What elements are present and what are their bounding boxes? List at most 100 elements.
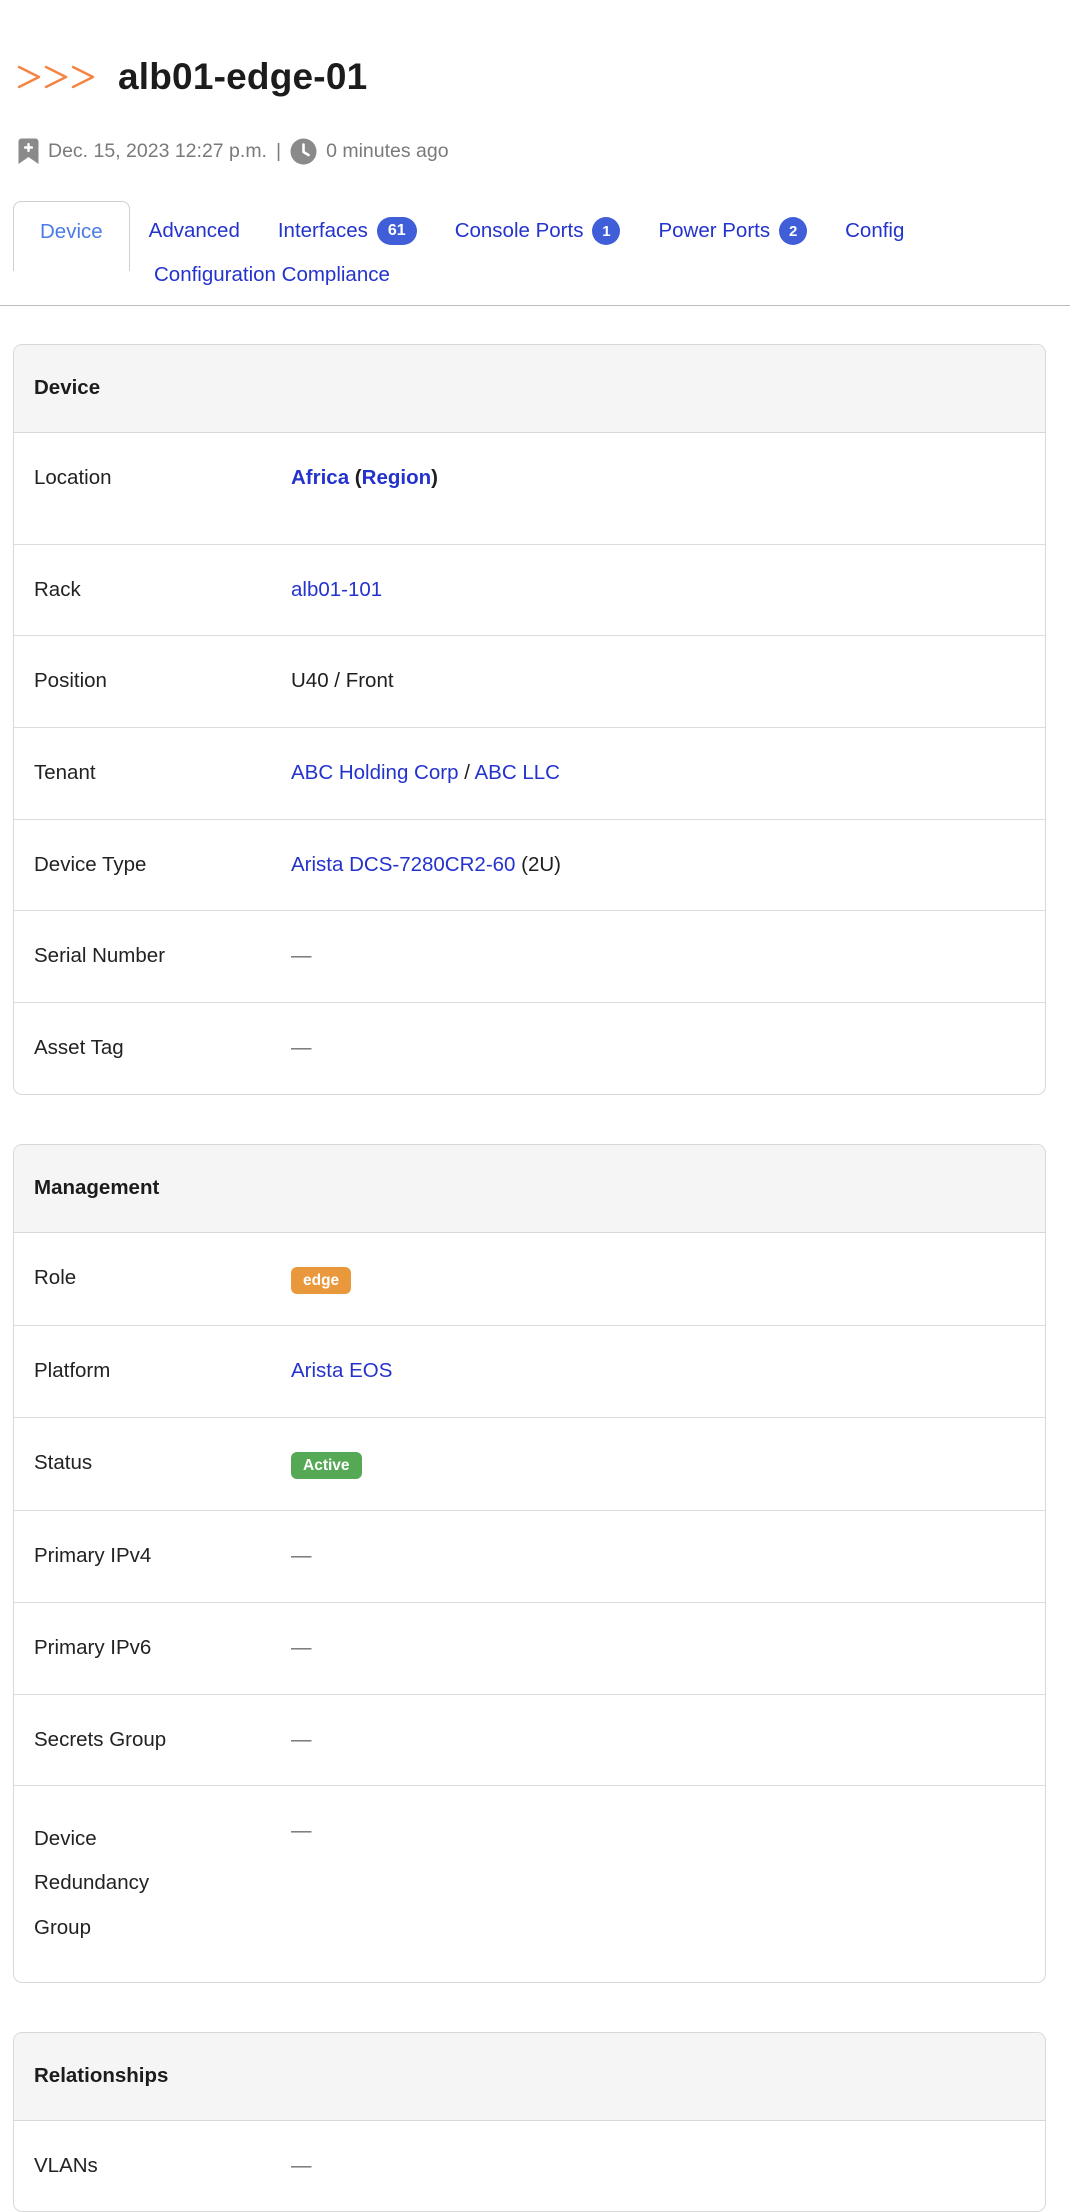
- tab-advanced[interactable]: Advanced: [130, 201, 259, 271]
- attribute-label-text: VLANs: [34, 2153, 98, 2177]
- tab-device[interactable]: Device: [13, 201, 130, 271]
- attribute-row-primary-ipv6: Primary IPv6 —: [14, 1602, 1045, 1694]
- tab-count-badge: 1: [592, 217, 621, 245]
- attribute-label-text: Device Type: [34, 852, 147, 876]
- empty-value-dash: —: [291, 1544, 312, 1568]
- attribute-row-status: Status Active: [14, 1416, 1045, 1511]
- triple-chevron-right-icon: [16, 64, 98, 95]
- attribute-label-text: Primary IPv4: [34, 1544, 152, 1568]
- panel-relationships: Relationships VLANs —: [13, 2031, 1046, 2212]
- value-link-arista-eos[interactable]: Arista EOS: [291, 1359, 392, 1382]
- attribute-row-platform: Platform Arista EOS: [14, 1325, 1045, 1417]
- panel-title: Relationships: [14, 2032, 1045, 2121]
- panels: Device Location Africa (Region) Rack alb01-1…: [13, 344, 1046, 2212]
- attribute-label-text: Status: [34, 1450, 93, 1474]
- tab-power-ports[interactable]: Power Ports 2: [639, 201, 826, 271]
- attribute-row-serial-number: Serial Number —: [14, 910, 1045, 1002]
- attribute-value: —: [291, 1034, 1025, 1062]
- tab-label: Configuration Compliance: [154, 263, 390, 286]
- attribute-row-tenant: Tenant ABC Holding Corp / ABC LLC: [14, 727, 1045, 819]
- empty-value-dash: —: [291, 1036, 312, 1060]
- empty-value-dash: —: [291, 1819, 312, 1843]
- value-link-abc-holding-corp[interactable]: ABC Holding Corp: [291, 761, 459, 784]
- status-badge: Active: [291, 1451, 362, 1480]
- tab-interfaces[interactable]: Interfaces 61: [259, 201, 436, 271]
- tab-row-1: Device Advanced Interfaces 61 Console Ports 1…: [0, 201, 1070, 271]
- value-link-region[interactable]: Region: [362, 466, 431, 489]
- meta-separator: |: [275, 140, 282, 162]
- attribute-label-text: Role: [34, 1265, 77, 1289]
- attribute-label-text: Secrets Group: [34, 1727, 167, 1751]
- value-link-alb01-101[interactable]: alb01-101: [291, 578, 382, 601]
- created-timestamp: Dec. 15, 2023 12:27 p.m.: [48, 140, 267, 162]
- attribute-value: —: [291, 2152, 1025, 2180]
- timestamp-bar: Dec. 15, 2023 12:27 p.m. | 0 minutes ago: [18, 138, 1070, 165]
- attribute-label: Platform: [34, 1357, 291, 1385]
- page-title: alb01-edge-01: [118, 56, 368, 97]
- tab-count-badge: 61: [376, 217, 417, 245]
- attribute-label: VLANs: [34, 2152, 291, 2180]
- attribute-row-rack: Rack alb01-101: [14, 543, 1045, 636]
- empty-value-dash: —: [291, 944, 312, 968]
- attribute-label-text: Platform: [34, 1359, 111, 1383]
- attribute-label: Secrets Group: [34, 1726, 291, 1754]
- empty-value-dash: —: [291, 2153, 312, 2177]
- tab-label: Advanced: [148, 219, 240, 242]
- role-badge: edge: [291, 1266, 352, 1295]
- attribute-value: Arista EOS: [291, 1357, 1025, 1385]
- attribute-row-device-type: Device Type Arista DCS-7280CR2-60 (2U): [14, 818, 1045, 911]
- attribute-label: Location: [34, 464, 291, 492]
- value-link-africa[interactable]: Africa: [291, 466, 349, 489]
- panel-device: Device Location Africa (Region) Rack alb01-1…: [13, 344, 1046, 1095]
- empty-value-dash: —: [291, 1727, 312, 1751]
- attribute-value: ABC Holding Corp / ABC LLC: [291, 759, 1025, 787]
- value-text: (: [349, 466, 362, 489]
- attribute-value: edge: [291, 1264, 1025, 1295]
- attribute-label: Primary IPv6: [34, 1634, 291, 1662]
- attribute-label: Device Redundancy Group: [34, 1817, 291, 1949]
- attribute-label: Role: [34, 1264, 291, 1292]
- tab-configuration-compliance[interactable]: Configuration Compliance: [135, 263, 409, 287]
- attribute-label-text: Position: [34, 669, 107, 693]
- value-text: (2U): [515, 852, 562, 876]
- attribute-value: —: [291, 1817, 1025, 1845]
- attribute-label: Rack: [34, 576, 291, 604]
- attribute-row-position: Position U40 / Front: [14, 635, 1045, 727]
- value-link-arista-dcs-7280cr2-60[interactable]: Arista DCS-7280CR2-60: [291, 853, 515, 876]
- attribute-label-text: Rack: [34, 577, 81, 601]
- tab-label: Interfaces: [277, 219, 368, 242]
- tab-label: Power Ports: [658, 219, 771, 242]
- tab-label: Console Ports: [454, 219, 584, 242]
- attribute-label: Asset Tag: [34, 1034, 291, 1062]
- attribute-label-text: Device Redundancy Group: [34, 1827, 150, 1939]
- bookmark-plus-icon: [18, 138, 39, 165]
- attribute-value: Active: [291, 1449, 1025, 1480]
- attribute-row-role: Role edge: [14, 1233, 1045, 1326]
- attribute-row-asset-tag: Asset Tag —: [14, 1002, 1045, 1094]
- attribute-row-vlans: VLANs —: [14, 2121, 1045, 2212]
- clock-icon: [290, 138, 317, 165]
- attribute-value: —: [291, 942, 1025, 970]
- tab-label: Device: [40, 219, 103, 243]
- tab-count-badge: 2: [779, 217, 808, 245]
- tab-config[interactable]: Config: [826, 201, 923, 271]
- value-link-abc-llc[interactable]: ABC LLC: [474, 761, 559, 784]
- attribute-row-device-redundancy-group: Device Redundancy Group —: [14, 1785, 1045, 1981]
- attribute-value: —: [291, 1542, 1025, 1570]
- attribute-label-text: Primary IPv6: [34, 1636, 152, 1660]
- tab-console-ports[interactable]: Console Ports 1: [436, 201, 640, 271]
- last-updated-text: 0 minutes ago: [326, 140, 449, 162]
- attribute-label-text: Serial Number: [34, 944, 166, 968]
- attribute-row-primary-ipv4: Primary IPv4 —: [14, 1510, 1045, 1602]
- value-text: /: [458, 761, 475, 785]
- value-text: U40 / Front: [291, 669, 394, 693]
- attribute-label-text: Tenant: [34, 761, 96, 785]
- attribute-label: Serial Number: [34, 942, 291, 970]
- attribute-label-text: Location: [34, 466, 112, 489]
- attribute-label: Status: [34, 1449, 291, 1477]
- attribute-label: Primary IPv4: [34, 1542, 291, 1570]
- attribute-label: Tenant: [34, 759, 291, 787]
- attribute-label: Position: [34, 667, 291, 695]
- device-tabs: Device Advanced Interfaces 61 Console Ports 1…: [0, 201, 1070, 306]
- attribute-row-secrets-group: Secrets Group —: [14, 1693, 1045, 1786]
